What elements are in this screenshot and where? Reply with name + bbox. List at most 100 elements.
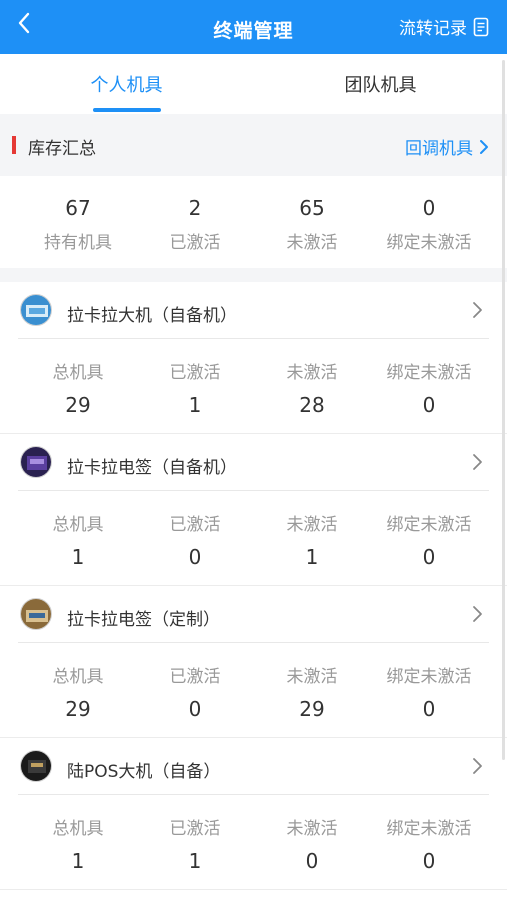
stat-value: 2 bbox=[188, 196, 202, 220]
stat-value: 1 bbox=[305, 545, 319, 569]
stat-value: 0 bbox=[422, 697, 436, 721]
stat-value: 0 bbox=[422, 196, 436, 220]
stat-value: 1 bbox=[188, 393, 202, 417]
device-thumbnail bbox=[20, 294, 52, 326]
stat-label: 已激活 bbox=[169, 819, 221, 839]
stat-label: 总机具 bbox=[52, 363, 104, 383]
stat-label: 持有机具 bbox=[44, 233, 112, 253]
stat-label: 绑定未激活 bbox=[386, 667, 472, 687]
section-title: 库存汇总 bbox=[28, 139, 96, 159]
stat-value: 1 bbox=[71, 849, 85, 873]
scrollbar[interactable] bbox=[502, 60, 505, 760]
tab-personal-devices[interactable]: 个人机具 bbox=[0, 54, 253, 114]
recall-devices-label: 回调机具 bbox=[405, 139, 473, 159]
chevron-right-icon bbox=[480, 139, 488, 154]
stat-not-activated: 未激活 0 bbox=[252, 814, 372, 873]
divider bbox=[18, 338, 489, 339]
stat-held-devices: 67 持有机具 bbox=[18, 196, 138, 253]
device-thumbnail bbox=[20, 598, 52, 630]
device-card-header[interactable]: 拉卡拉电签（自备机） bbox=[0, 434, 507, 491]
stat-not-activated: 未激活 29 bbox=[252, 662, 372, 721]
stat-activated: 已激活 1 bbox=[135, 358, 255, 417]
stat-bound-not-activated: 绑定未激活 0 bbox=[369, 358, 489, 417]
stat-bound-not-activated: 绑定未激活 0 bbox=[369, 814, 489, 873]
stat-value: 0 bbox=[188, 697, 202, 721]
stat-bound-not-activated: 0 绑定未激活 bbox=[369, 196, 489, 253]
device-card-header[interactable]: 拉卡拉大机（自备机） bbox=[0, 282, 507, 339]
stat-value: 0 bbox=[188, 545, 202, 569]
stat-value: 65 bbox=[299, 196, 325, 220]
device-name: 陆POS大机（自备） bbox=[67, 762, 221, 782]
stat-bound-not-activated: 绑定未激活 0 bbox=[369, 510, 489, 569]
stat-not-activated: 65 未激活 bbox=[252, 196, 372, 253]
device-card-header[interactable]: 拉卡拉电签（定制） bbox=[0, 586, 507, 643]
stat-label: 绑定未激活 bbox=[386, 363, 472, 383]
device-thumbnail bbox=[20, 446, 52, 478]
device-card[interactable]: 陆POS大机（自备） 总机具 1 已激活 1 未激活 0 绑定未激活 0 bbox=[0, 738, 507, 890]
stat-value: 1 bbox=[71, 545, 85, 569]
device-card[interactable]: 拉卡拉大机（自备机） 总机具 29 已激活 1 未激活 28 绑定未激活 0 bbox=[0, 282, 507, 434]
inventory-summary-stats: 67 持有机具 2 已激活 65 未激活 0 绑定未激活 bbox=[0, 176, 507, 268]
device-card-header[interactable]: 陆POS大机（自备） bbox=[0, 738, 507, 795]
device-name: 拉卡拉电签（定制） bbox=[67, 610, 220, 630]
stat-label: 未激活 bbox=[286, 667, 338, 687]
stat-value: 1 bbox=[188, 849, 202, 873]
device-name: 拉卡拉大机（自备机） bbox=[67, 306, 237, 326]
stat-value: 28 bbox=[299, 393, 325, 417]
stat-label: 绑定未激活 bbox=[386, 233, 472, 253]
section-accent-mark bbox=[12, 136, 16, 154]
stat-label: 已激活 bbox=[169, 233, 221, 253]
stat-activated: 已激活 1 bbox=[135, 814, 255, 873]
device-card[interactable]: 拉卡拉电签（自备机） 总机具 1 已激活 0 未激活 1 绑定未激活 0 bbox=[0, 434, 507, 586]
stat-value: 0 bbox=[305, 849, 319, 873]
stat-total: 总机具 29 bbox=[18, 358, 138, 417]
top-nav-bar: 终端管理 流转记录 bbox=[0, 0, 507, 54]
divider bbox=[18, 490, 489, 491]
stat-label: 绑定未激活 bbox=[386, 515, 472, 535]
stat-value: 67 bbox=[65, 196, 91, 220]
chevron-right-icon bbox=[473, 302, 482, 318]
stat-value: 29 bbox=[65, 697, 91, 721]
stat-value: 0 bbox=[422, 545, 436, 569]
stat-label: 已激活 bbox=[169, 515, 221, 535]
stat-label: 总机具 bbox=[52, 515, 104, 535]
stat-total: 总机具 1 bbox=[18, 814, 138, 873]
device-name: 拉卡拉电签（自备机） bbox=[67, 458, 237, 478]
chevron-right-icon bbox=[473, 758, 482, 774]
transfer-record-button[interactable]: 流转记录 bbox=[399, 14, 489, 39]
stat-not-activated: 未激活 28 bbox=[252, 358, 372, 417]
terminal-management-page: 终端管理 流转记录 个人机具 团队机具 库存汇总 回调机具 67 持有机具 2 … bbox=[0, 0, 507, 900]
chevron-right-icon bbox=[473, 454, 482, 470]
stat-not-activated: 未激活 1 bbox=[252, 510, 372, 569]
stat-activated: 已激活 0 bbox=[135, 510, 255, 569]
divider bbox=[18, 794, 489, 795]
document-icon bbox=[473, 17, 489, 36]
recall-devices-link[interactable]: 回调机具 bbox=[405, 134, 489, 159]
stat-label: 已激活 bbox=[169, 363, 221, 383]
active-tab-indicator bbox=[93, 108, 161, 112]
tab-team-devices[interactable]: 团队机具 bbox=[254, 54, 507, 114]
stat-value: 29 bbox=[65, 393, 91, 417]
stat-label: 未激活 bbox=[286, 515, 338, 535]
stat-label: 总机具 bbox=[52, 667, 104, 687]
stat-value: 0 bbox=[422, 849, 436, 873]
section-spacer bbox=[0, 268, 507, 282]
stat-activated: 2 已激活 bbox=[135, 196, 255, 253]
stat-value: 0 bbox=[422, 393, 436, 417]
stat-label: 未激活 bbox=[286, 233, 338, 253]
device-card[interactable]: 拉卡拉电签（定制） 总机具 29 已激活 0 未激活 29 绑定未激活 0 bbox=[0, 586, 507, 738]
stat-total: 总机具 29 bbox=[18, 662, 138, 721]
stat-label: 绑定未激活 bbox=[386, 819, 472, 839]
device-tabs: 个人机具 团队机具 bbox=[0, 54, 507, 114]
stat-value: 29 bbox=[299, 697, 325, 721]
chevron-right-icon bbox=[473, 606, 482, 622]
stat-label: 已激活 bbox=[169, 667, 221, 687]
device-thumbnail bbox=[20, 750, 52, 782]
stat-label: 总机具 bbox=[52, 819, 104, 839]
transfer-record-label: 流转记录 bbox=[399, 19, 467, 39]
stat-bound-not-activated: 绑定未激活 0 bbox=[369, 662, 489, 721]
stat-total: 总机具 1 bbox=[18, 510, 138, 569]
stat-activated: 已激活 0 bbox=[135, 662, 255, 721]
inventory-summary-bar: 库存汇总 回调机具 bbox=[0, 114, 507, 176]
stat-label: 未激活 bbox=[286, 819, 338, 839]
